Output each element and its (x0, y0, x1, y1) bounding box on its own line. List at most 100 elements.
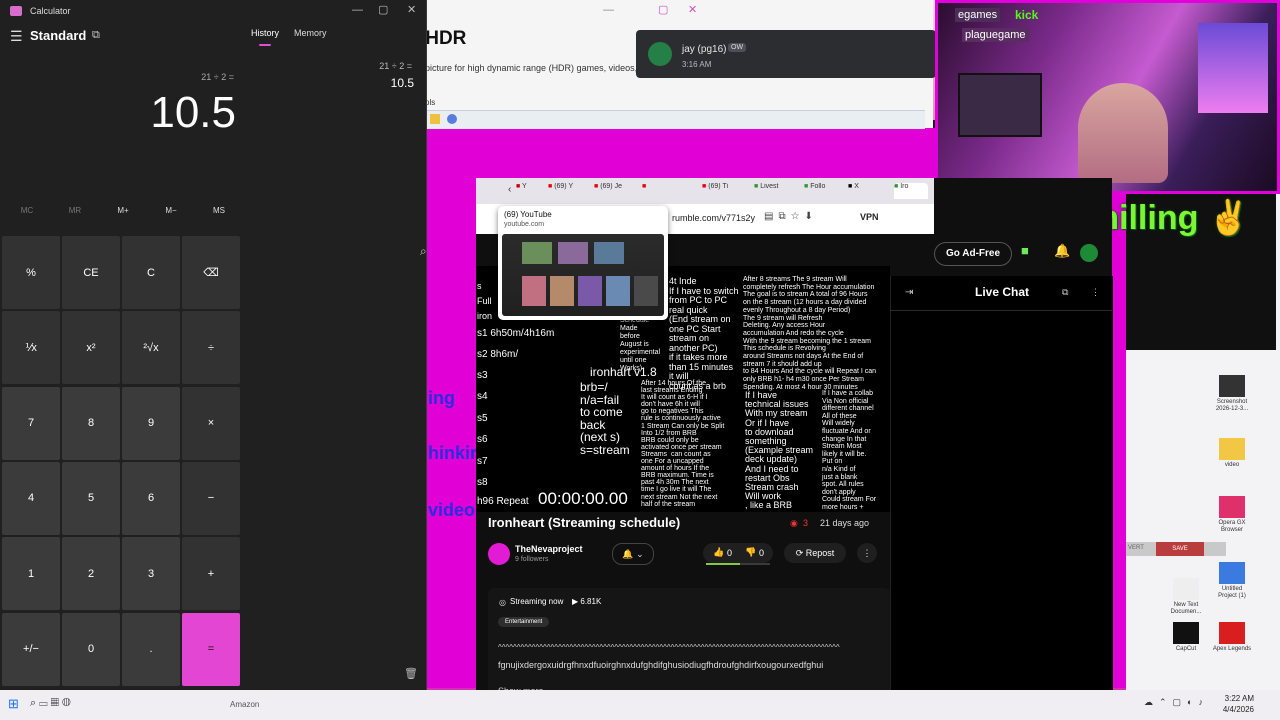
percent-key[interactable]: % (2, 236, 60, 309)
schedule-notes-1b: Schedule Made before August is experimen… (620, 317, 661, 372)
channel-name[interactable]: TheNevaproject (515, 544, 583, 554)
browser-tab[interactable]: ■ Livest (754, 183, 800, 199)
tab-memory[interactable]: Memory (294, 28, 327, 38)
backspace-key[interactable]: ⌫ (182, 236, 240, 309)
digit-5-key[interactable]: 5 (62, 461, 120, 535)
keep-on-top-icon[interactable]: ⧉ (92, 29, 100, 42)
digit-9-key[interactable]: 9 (122, 386, 180, 460)
add-key[interactable]: + (182, 537, 240, 611)
desktop-icon[interactable]: Opera GX Browser (1212, 496, 1252, 534)
settings-toolbar-strip (425, 110, 925, 129)
category-badge[interactable]: Entertainment (498, 617, 550, 627)
upload-age: 21 days ago (820, 518, 870, 528)
search-icon[interactable]: ⌕ ▭ ▦ ◍ (30, 697, 71, 710)
browser-tab[interactable]: ■ (69) Y (548, 183, 590, 199)
maximize-icon[interactable]: ▢ (378, 3, 388, 16)
digit-4-key[interactable]: 4 (2, 461, 60, 535)
equals-key[interactable]: = (182, 612, 240, 686)
subtract-key[interactable]: − (182, 461, 240, 535)
channel-avatar[interactable] (488, 543, 510, 565)
chat-options-icon[interactable]: ⋮ (1091, 287, 1100, 298)
browser-tab[interactable]: ■ Y (516, 183, 544, 199)
go-ad-free-button[interactable]: Go Ad-Free (934, 242, 1012, 266)
browser-tab[interactable]: ■ Iro (894, 183, 928, 199)
tab-history[interactable]: History (251, 28, 279, 38)
search-icon[interactable]: ⌕ (420, 244, 427, 259)
browser-tab[interactable]: ■ Follo (804, 183, 844, 199)
start-icon[interactable]: ⊞ (8, 696, 19, 712)
thumbs-down-icon[interactable]: 👎 (745, 547, 756, 558)
go-live-icon[interactable]: ■ (1021, 243, 1029, 258)
discord-notification[interactable]: jay (pg16) OW 3:16 AM (636, 30, 936, 78)
reciprocal-key[interactable]: ⅟x (2, 311, 60, 385)
clock-date[interactable]: 4/4/2026 (1216, 705, 1254, 714)
browser-tab[interactable]: ■ (69) Ti (702, 183, 750, 199)
minimize-icon[interactable]: — (352, 4, 363, 16)
square-root-key[interactable]: ²√x (122, 311, 180, 385)
desktop-icon[interactable]: Apex Legends (1212, 622, 1252, 653)
memory-key[interactable]: MS (195, 206, 243, 215)
history-item-expression[interactable]: 21 ÷ 2 = (330, 61, 412, 71)
system-tray-icons[interactable]: ☁⌃▢◐♪ (1144, 697, 1209, 708)
negate-key[interactable]: +/− (2, 612, 60, 686)
digit-0-key[interactable]: 0 (62, 612, 120, 686)
user-avatar[interactable] (1080, 244, 1098, 262)
clock-time[interactable]: 3:22 AM (1222, 694, 1254, 703)
digit-7-key[interactable]: 7 (2, 386, 60, 460)
schedule-h96: h96 Repeat (477, 496, 529, 507)
digit-8-key[interactable]: 8 (62, 386, 120, 460)
notification-time: 3:16 AM (682, 60, 712, 69)
desktop-icon-label: Untitled Project (1) (1218, 586, 1246, 599)
browser-tab[interactable]: ■ (69) Je (594, 183, 638, 199)
digit-3-key[interactable]: 3 (122, 537, 180, 611)
like-dislike-group: 👍 0 👎 0 (703, 543, 773, 563)
close-icon[interactable]: ✕ (407, 3, 416, 16)
desktop-icon-label: Screenshot 2026-12-3... (1215, 399, 1249, 412)
minimize-icon[interactable]: — (603, 4, 614, 16)
memory-key[interactable]: M+ (99, 206, 147, 215)
desktop-icon[interactable]: CapCut (1166, 622, 1206, 653)
digit-6-key[interactable]: 6 (122, 461, 180, 535)
close-icon[interactable]: ✕ (688, 3, 697, 16)
watch-count: ▶ 6.81K (572, 597, 601, 606)
desktop-icon[interactable]: video (1212, 438, 1252, 469)
desktop-icon[interactable]: Screenshot 2026-12-3... (1212, 375, 1252, 413)
url-text[interactable]: rumble.com/v771s2y (672, 213, 755, 223)
more-options-icon[interactable]: ⋮ (857, 543, 877, 563)
square-key[interactable]: x² (62, 311, 120, 385)
maximize-icon[interactable]: ▢ (658, 3, 668, 16)
digit-1-key[interactable]: 1 (2, 537, 60, 611)
browser-tab[interactable]: ■ (642, 183, 698, 199)
revert-button[interactable]: VERT (1128, 545, 1144, 551)
live-icon: ◎ (499, 598, 506, 607)
calculator-expression: 21 ÷ 2 = (201, 72, 234, 82)
clear-entry-key[interactable]: CE (62, 236, 120, 309)
tab-label: Iro (900, 183, 909, 190)
desktop-icon[interactable]: Untitled Project (1) (1212, 562, 1252, 600)
rumble-header (934, 178, 1112, 234)
decimal-key[interactable]: . (122, 612, 180, 686)
taskbar-item-amazon[interactable]: Amazon (230, 700, 259, 709)
tab-label: Y (522, 183, 527, 190)
popout-chat-icon[interactable]: ⧉ (1062, 287, 1068, 298)
vpn-badge[interactable]: VPN (860, 212, 879, 222)
tab-scroll-left-icon[interactable]: ‹ (508, 184, 511, 195)
repost-button[interactable]: ⟳ Repost (784, 543, 846, 563)
clear-key[interactable]: C (122, 236, 180, 309)
browser-tab[interactable]: ■ X (848, 183, 890, 199)
collapse-chat-icon[interactable]: ⇥ (905, 287, 913, 298)
address-bar-icons[interactable]: ▤⧉☆⬇ (764, 211, 818, 222)
notification-bell-icon[interactable]: 🔔 (1054, 243, 1070, 259)
hamburger-menu-icon[interactable]: ☰ (10, 28, 23, 45)
desktop-icon[interactable]: New Text Documen... (1166, 578, 1206, 616)
delete-history-icon[interactable]: 🗑 (404, 667, 418, 680)
repost-label: Repost (805, 548, 835, 558)
digit-2-key[interactable]: 2 (62, 537, 120, 611)
divide-key[interactable]: ÷ (182, 311, 240, 385)
multiply-key[interactable]: × (182, 386, 240, 460)
thumbs-up-icon[interactable]: 👍 (713, 547, 724, 558)
memory-key[interactable]: M− (147, 206, 195, 215)
save-button[interactable]: SAVE (1156, 542, 1204, 556)
history-item-result[interactable]: 10.5 (330, 76, 414, 90)
follow-bell-button[interactable]: 🔔 ⌄ (612, 543, 654, 565)
